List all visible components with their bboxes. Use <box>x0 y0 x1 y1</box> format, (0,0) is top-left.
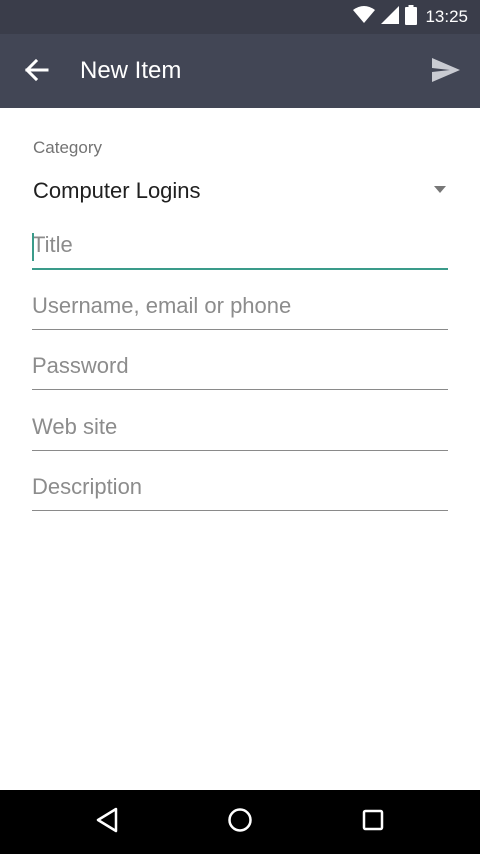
nav-back-button[interactable] <box>77 800 137 844</box>
arrow-left-icon <box>23 58 49 87</box>
status-time: 13:25 <box>425 7 468 26</box>
page-title: New Item <box>80 57 182 84</box>
battery-icon <box>405 4 418 30</box>
wifi-icon <box>353 5 376 29</box>
home-circle-icon <box>227 807 253 838</box>
category-label: Category <box>33 138 102 157</box>
description-field[interactable] <box>32 469 448 511</box>
password-field-container <box>32 348 448 390</box>
back-triangle-icon <box>95 807 119 838</box>
send-button[interactable] <box>424 50 468 94</box>
username-field[interactable] <box>32 288 448 330</box>
app-bar: New Item <box>0 34 480 108</box>
category-dropdown[interactable]: Computer Logins <box>33 170 448 214</box>
dropdown-arrow-icon <box>434 186 446 193</box>
description-field-container <box>32 469 448 511</box>
signal-icon <box>381 5 400 29</box>
website-field[interactable] <box>32 409 448 451</box>
password-field[interactable] <box>32 348 448 390</box>
nav-recents-button[interactable] <box>343 800 403 844</box>
system-nav-bar <box>0 790 480 854</box>
username-field-container <box>32 288 448 330</box>
status-bar: 13:25 <box>0 0 480 34</box>
title-field[interactable] <box>32 228 448 270</box>
back-button[interactable] <box>14 50 58 94</box>
text-cursor <box>32 233 34 261</box>
nav-home-button[interactable] <box>210 800 270 844</box>
recents-square-icon <box>361 808 385 837</box>
status-icons <box>353 4 418 30</box>
title-field-container <box>32 228 448 270</box>
send-icon <box>432 57 460 87</box>
category-value: Computer Logins <box>33 178 201 203</box>
website-field-container <box>32 409 448 451</box>
